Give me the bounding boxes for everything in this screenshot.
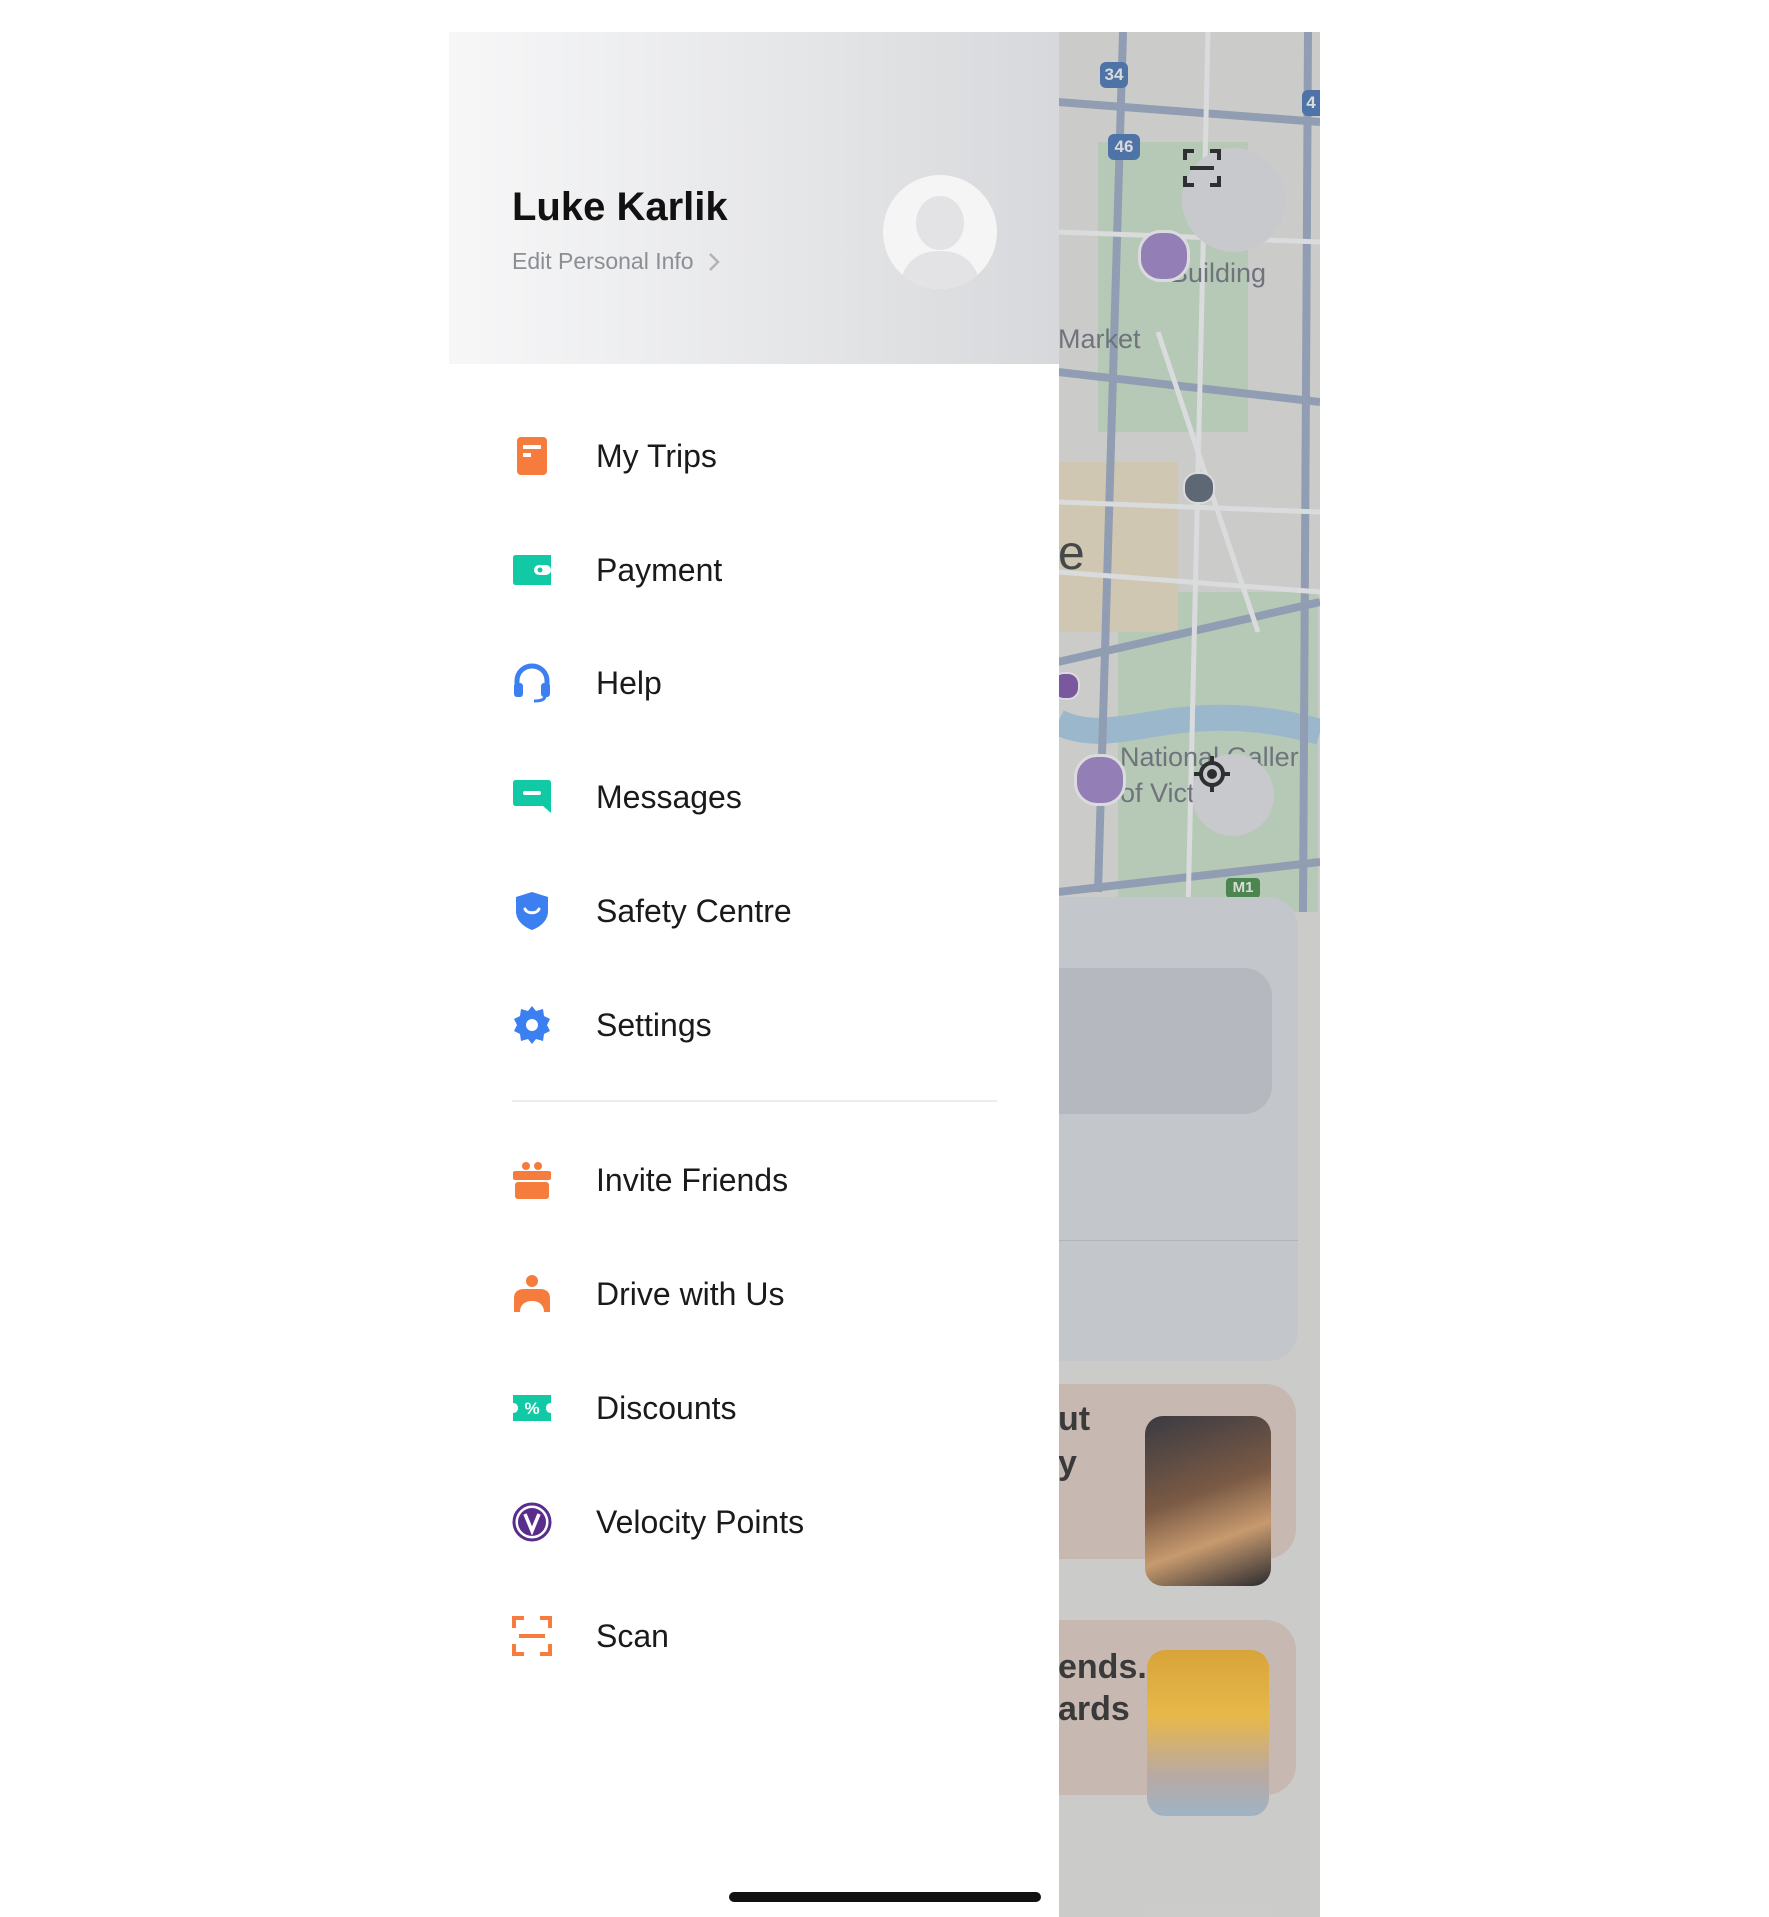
promo-card-2-line1: ends. [1058,1648,1147,1686]
menu-label: Scan [596,1617,669,1654]
side-drawer: Luke Karlik Edit Personal Info My Trips [449,32,1059,1917]
menu-label: Velocity Points [596,1503,805,1540]
gift-icon [512,1160,552,1200]
app-screen: Building Market National Galler of Vict … [449,32,1320,1917]
menu-label: Invite Friends [596,1161,789,1198]
wallet-icon [512,550,552,590]
promo-card-1-line1: ut [1058,1400,1091,1438]
home-indicator[interactable] [729,1892,1041,1902]
menu-label: Discounts [596,1389,737,1426]
edit-personal-info-label: Edit Personal Info [512,248,694,274]
menu-label: Safety Centre [596,892,792,929]
bottom-sheet [1058,897,1298,1361]
menu-item-discounts[interactable]: % Discounts [512,1378,992,1438]
promo-card-2-line2: ards [1058,1690,1130,1728]
velocity-v-icon [512,1502,552,1542]
menu-item-safety-centre[interactable]: Safety Centre [512,881,992,941]
message-icon [512,777,552,817]
gear-icon [512,1005,552,1045]
menu-item-invite-friends[interactable]: Invite Friends [512,1150,992,1210]
menu-item-settings[interactable]: Settings [512,995,992,1055]
user-silhouette-icon [899,196,981,289]
promo-card-1-line2: y [1058,1444,1077,1482]
menu-label: Messages [596,778,742,815]
background-map[interactable]: Building Market National Galler of Vict … [1058,32,1320,1917]
scan-icon [512,1616,552,1656]
menu-item-messages[interactable]: Messages [512,767,992,827]
menu-divider [512,1100,997,1102]
user-name: Luke Karlik [512,185,728,229]
headset-icon [512,663,552,703]
menu-label: Payment [596,551,723,588]
menu-label: Drive with Us [596,1275,785,1312]
promo-photo-friends [1147,1650,1269,1816]
promo-photo-woman [1145,1416,1271,1586]
menu-label: Settings [596,1006,712,1043]
shield-icon [512,891,552,931]
driver-icon [512,1274,552,1314]
destination-input-box[interactable] [1058,968,1272,1114]
menu-item-my-trips[interactable]: My Trips [512,426,992,486]
svg-text:%: % [524,1399,539,1418]
menu-label: My Trips [596,437,717,474]
avatar[interactable] [883,175,997,289]
menu-label: Help [596,664,662,701]
menu-item-drive-with-us[interactable]: Drive with Us [512,1264,992,1324]
trips-icon [512,436,552,476]
chevron-right-icon [708,252,720,271]
discount-ticket-icon: % [512,1388,552,1428]
menu-item-scan[interactable]: Scan [512,1606,992,1666]
menu-item-payment[interactable]: Payment [512,540,992,600]
menu-item-help[interactable]: Help [512,653,992,713]
sheet-divider [1058,1240,1298,1241]
menu-item-velocity-points[interactable]: Velocity Points [512,1492,992,1552]
edit-personal-info-link[interactable]: Edit Personal Info [512,248,720,275]
